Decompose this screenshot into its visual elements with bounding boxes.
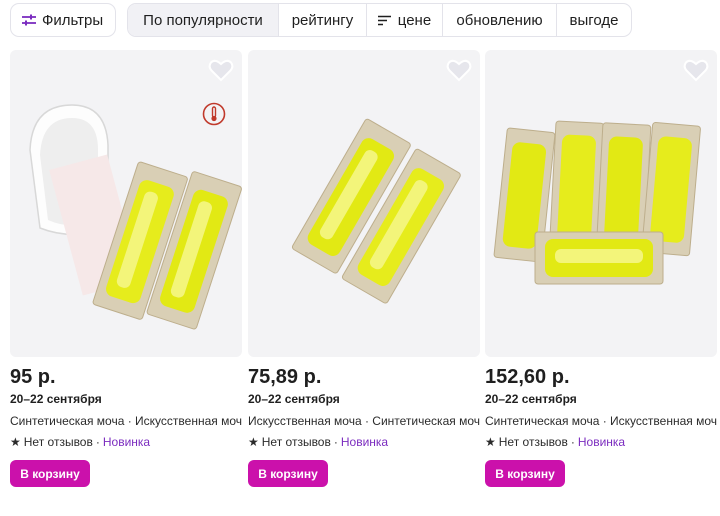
star-icon: ★ bbox=[485, 435, 496, 449]
delivery-date: 20–22 сентября bbox=[485, 392, 577, 406]
new-badge: Новинка bbox=[102, 435, 151, 449]
heart-outline-icon[interactable] bbox=[208, 58, 234, 82]
add-to-cart-button[interactable]: В корзину bbox=[248, 460, 328, 487]
product-card[interactable]: 95 р. 20–22 сентября Синтетическая моча … bbox=[10, 50, 242, 487]
sort-rating-label: рейтингу bbox=[291, 11, 354, 29]
sort-popularity[interactable]: По популярности bbox=[128, 4, 279, 36]
delivery-date: 20–22 сентября bbox=[248, 392, 340, 406]
product-card[interactable]: 152,60 р. 20–22 сентября Синтетическая м… bbox=[485, 50, 717, 487]
sort-updated[interactable]: обновлению bbox=[443, 4, 557, 36]
product-image[interactable] bbox=[485, 50, 717, 357]
product-image[interactable] bbox=[248, 50, 480, 357]
sort-benefit[interactable]: выгоде bbox=[557, 4, 631, 36]
meta-separator: · bbox=[570, 435, 575, 449]
sort-bar: По популярности рейтингу цене обновлению… bbox=[127, 3, 632, 37]
filters-button[interactable]: Фильтры bbox=[10, 3, 116, 37]
sort-descending-icon bbox=[377, 15, 391, 25]
thermometer-icon bbox=[202, 102, 226, 126]
heart-outline-icon[interactable] bbox=[446, 58, 472, 82]
product-price: 152,60 р. bbox=[485, 366, 570, 388]
reviews-count: Нет отзывов bbox=[261, 435, 331, 449]
reviews-count: Нет отзывов bbox=[23, 435, 93, 449]
product-price: 75,89 р. bbox=[248, 366, 322, 388]
sort-popularity-label: По популярности bbox=[143, 11, 263, 29]
product-image[interactable] bbox=[10, 50, 242, 357]
product-meta: ★ Нет отзывов · Новинка bbox=[248, 434, 480, 450]
sort-rating[interactable]: рейтингу bbox=[279, 4, 367, 36]
heart-outline-icon[interactable] bbox=[683, 58, 709, 82]
add-to-cart-button[interactable]: В корзину bbox=[485, 460, 565, 487]
filter-sliders-icon bbox=[22, 14, 36, 26]
product-photo-two-warmers bbox=[291, 118, 461, 304]
delivery-date: 20–22 сентября bbox=[10, 392, 102, 406]
product-price: 95 р. bbox=[10, 366, 56, 388]
product-title[interactable]: Синтетическая моча · Искусственная моча bbox=[10, 414, 242, 430]
product-title[interactable]: Синтетическая моча · Искусственная моча bbox=[485, 414, 717, 430]
new-badge: Новинка bbox=[577, 435, 626, 449]
star-icon: ★ bbox=[248, 435, 259, 449]
sort-price-label: цене bbox=[397, 11, 432, 29]
product-title[interactable]: Искусственная моча · Синтетическая моча bbox=[248, 414, 480, 430]
new-badge: Новинка bbox=[340, 435, 389, 449]
product-photo-warmers-with-pad bbox=[29, 104, 242, 330]
meta-separator: · bbox=[333, 435, 338, 449]
sort-price[interactable]: цене bbox=[367, 4, 443, 36]
star-icon: ★ bbox=[10, 435, 21, 449]
product-card[interactable]: 75,89 р. 20–22 сентября Искусственная мо… bbox=[248, 50, 480, 487]
sort-updated-label: обновлению bbox=[456, 11, 543, 29]
add-to-cart-button[interactable]: В корзину bbox=[10, 460, 90, 487]
meta-separator: · bbox=[95, 435, 100, 449]
filters-label: Фильтры bbox=[42, 11, 104, 29]
sort-benefit-label: выгоде bbox=[569, 11, 619, 29]
product-meta: ★ Нет отзывов · Новинка bbox=[10, 434, 242, 450]
product-photo-five-warmers bbox=[493, 120, 701, 285]
product-meta: ★ Нет отзывов · Новинка bbox=[485, 434, 717, 450]
reviews-count: Нет отзывов bbox=[498, 435, 568, 449]
